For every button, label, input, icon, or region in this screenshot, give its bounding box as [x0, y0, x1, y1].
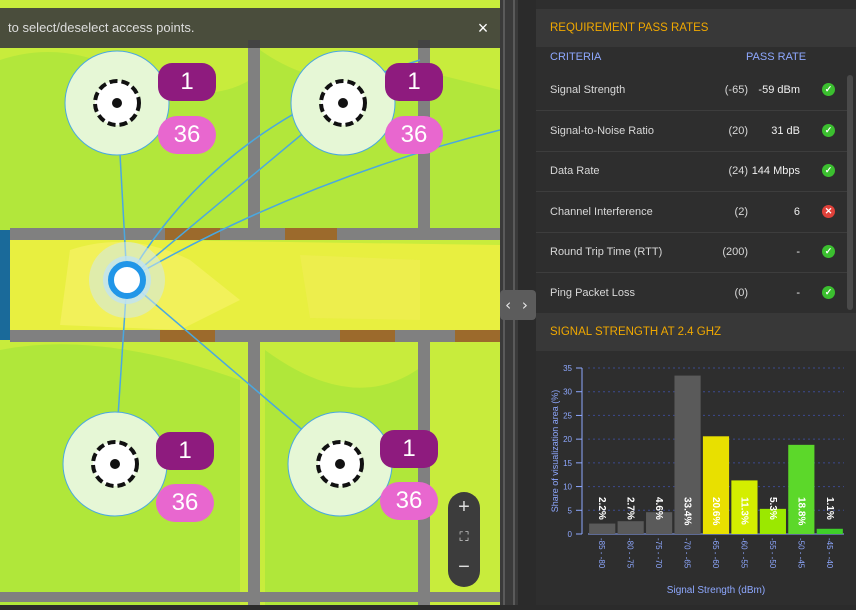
ap-marker[interactable] [64, 50, 170, 156]
y-tick-label: 25 [563, 411, 572, 420]
ap-channel-badge: 36 [158, 116, 216, 154]
criteria-value: - [796, 286, 800, 299]
y-tick-label: 0 [568, 530, 573, 539]
ap-marker[interactable] [62, 411, 168, 517]
chart-bar [816, 528, 843, 534]
heatmap-view[interactable]: 1 36 1 36 1 36 1 36 to select/deselect a… [0, 0, 500, 605]
y-tick-label: 5 [568, 506, 573, 515]
criteria-column-header: CRITERIA [550, 51, 602, 63]
bar-value-label: 4.6% [653, 497, 664, 520]
fail-icon: ✕ [822, 204, 835, 218]
ap-channel-badge: 36 [380, 482, 438, 520]
check-icon: ✓ [822, 164, 835, 177]
ap-channel-badge: 36 [385, 116, 443, 154]
scrollbar[interactable] [847, 75, 853, 310]
instruction-banner: to select/deselect access points. × [0, 8, 500, 48]
ap-count-badge: 1 [380, 430, 438, 468]
criteria-requirement: (0) [734, 286, 748, 299]
requirements-header: REQUIREMENT PASS RATES [536, 9, 856, 47]
criteria-row[interactable]: Channel Interference (2) 6 ✕ [536, 192, 848, 233]
bar-value-label: 33.4% [682, 497, 693, 525]
ap-marker[interactable] [290, 50, 396, 156]
criteria-name: Ping Packet Loss [550, 286, 635, 299]
y-axis-label: Share of visualization area (%) [550, 390, 560, 513]
criteria-row[interactable]: Round Trip Time (RTT) (200) - ✓ [536, 232, 848, 273]
y-tick-label: 20 [563, 435, 572, 444]
criteria-row[interactable]: Ping Packet Loss (0) - ✓ [536, 273, 848, 314]
x-tick-label: -45 - -40 [825, 538, 834, 569]
zoom-controls: + ⛶ − [448, 492, 480, 587]
criteria-value: -59 dBm [758, 84, 800, 96]
x-tick-label: -80 - -75 [626, 538, 635, 569]
criteria-requirement: (20) [728, 124, 748, 137]
y-tick-label: 30 [563, 388, 572, 397]
check-icon: ✓ [822, 245, 835, 258]
criteria-table-header: CRITERIA PASS RATE [536, 47, 856, 67]
x-tick-label: -50 - -45 [796, 538, 805, 569]
ap-count-badge: 1 [158, 63, 216, 101]
signal-strength-chart: 0 5 10 15 20 25 30 35 Share of visualization are… [536, 350, 856, 605]
criteria-requirement: (200) [722, 246, 748, 258]
criteria-requirement: (-65) [724, 84, 748, 96]
x-axis-label: Signal Strength (dBm) [667, 585, 765, 596]
criteria-name: Signal-to-Noise Ratio [550, 124, 654, 137]
x-tick-label: -85 - -80 [597, 538, 606, 569]
criteria-row[interactable]: Signal Strength (-65) -59 dBm ✓ [536, 70, 848, 111]
bar-value-label: 20.6% [710, 497, 721, 525]
y-tick-label: 10 [563, 483, 572, 492]
pass-rate-column-header: PASS RATE [746, 51, 807, 63]
bar-value-label: 18.8% [795, 497, 806, 525]
check-icon: ✓ [822, 285, 835, 299]
x-tick-label: -55 - -50 [768, 538, 777, 569]
y-tick-label: 15 [563, 459, 572, 468]
instruction-text: to select/deselect access points. [8, 20, 195, 35]
ap-count-badge: 1 [156, 432, 214, 470]
criteria-requirement: (2) [734, 205, 748, 218]
chart-canvas: 0 5 10 15 20 25 30 35 Share of visualization are… [550, 364, 844, 596]
criteria-value: 31 dB [771, 124, 800, 137]
criteria-value: 144 Mbps [751, 165, 800, 177]
bar-value-label: 11.3% [738, 497, 749, 525]
results-panel: REQUIREMENT PASS RATES CRITERIA PASS RAT… [536, 0, 856, 605]
measurement-point[interactable] [89, 242, 165, 318]
collapse-toggle-button[interactable]: ‹ › [500, 290, 536, 320]
criteria-row[interactable]: Signal-to-Noise Ratio (20) 31 dB ✓ [536, 111, 848, 152]
y-tick-label: 35 [563, 364, 572, 373]
criteria-name: Round Trip Time (RTT) [550, 246, 663, 258]
zoom-out-button[interactable]: − [448, 556, 480, 579]
criteria-value: - [796, 246, 800, 258]
x-tick-label: -65 - -60 [711, 538, 720, 569]
signal-contour [300, 255, 420, 320]
signal-strength-header: SIGNAL STRENGTH AT 2.4 GHZ [536, 313, 856, 351]
bar-value-label: 2.2% [596, 497, 607, 520]
x-tick-label: -70 - -65 [683, 538, 692, 569]
x-tick-label: -75 - -70 [654, 538, 663, 569]
zoom-in-button[interactable]: + [448, 496, 480, 519]
bar-value-label: 1.1% [824, 497, 835, 520]
zoom-fit-button[interactable]: ⛶ [448, 530, 480, 545]
criteria-name: Channel Interference [550, 205, 653, 218]
check-icon: ✓ [822, 123, 835, 137]
ap-channel-badge: 36 [156, 484, 214, 522]
x-tick-label: -60 - -55 [739, 538, 748, 569]
wall-segment [0, 230, 10, 340]
criteria-name: Signal Strength [550, 84, 626, 96]
bar-value-label: 5.3% [767, 497, 778, 520]
chart-bar [589, 523, 616, 534]
criteria-requirement: (24) [728, 165, 748, 177]
close-icon[interactable]: × [472, 8, 494, 48]
ap-marker[interactable] [287, 411, 393, 517]
bar-value-label: 2.7% [625, 497, 636, 520]
chart-bar [617, 521, 644, 534]
criteria-value: 6 [793, 205, 800, 218]
criteria-row[interactable]: Data Rate (24) 144 Mbps ✓ [536, 151, 848, 192]
ap-count-badge: 1 [385, 63, 443, 101]
check-icon: ✓ [822, 83, 835, 96]
criteria-name: Data Rate [550, 165, 600, 177]
